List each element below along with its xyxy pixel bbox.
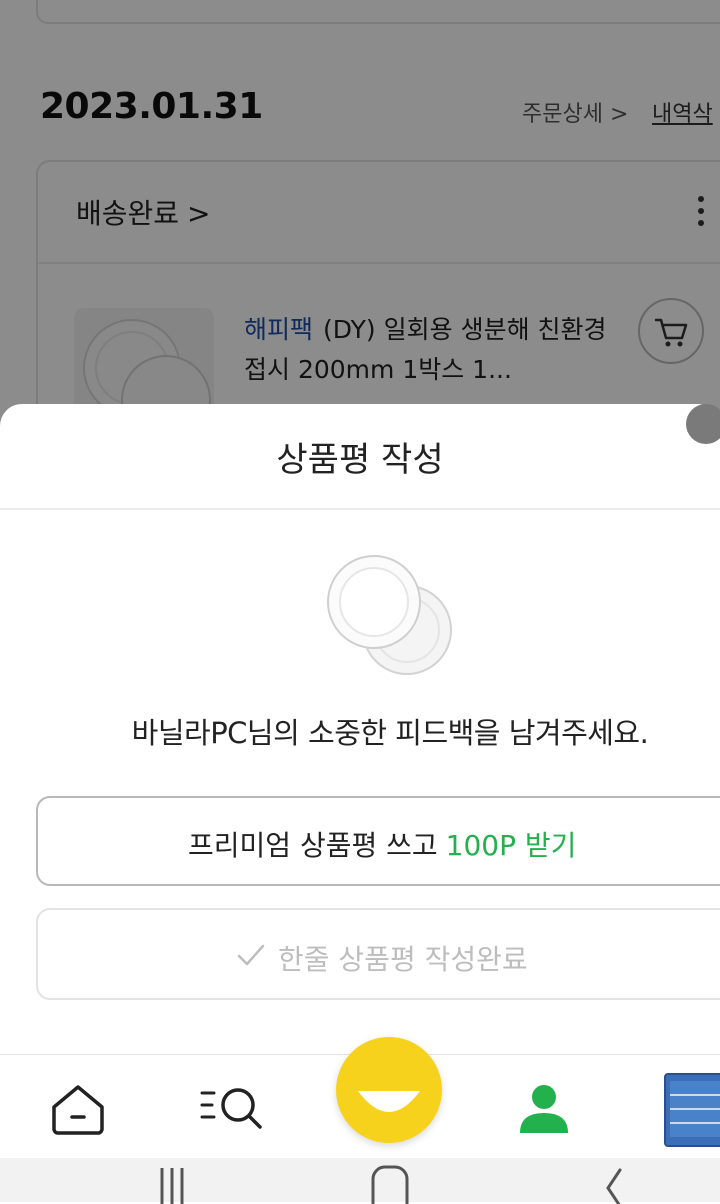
nav-category-search[interactable] xyxy=(198,1081,262,1137)
sheet-divider xyxy=(0,508,720,510)
recents-icon[interactable] xyxy=(152,1164,192,1204)
reward-points: 100P 받기 xyxy=(445,829,577,862)
oneline-review-button[interactable]: 한줄 상품평 작성완료 xyxy=(36,908,720,1000)
premium-review-text: 프리미엄 상품평 쓰고 xyxy=(188,829,438,862)
nav-center-button[interactable] xyxy=(336,1037,442,1143)
product-image xyxy=(327,555,452,675)
recent-product-thumb[interactable] xyxy=(664,1073,720,1147)
premium-review-button[interactable]: 프리미엄 상품평 쓰고 100P 받기 xyxy=(36,796,720,886)
nav-my-page[interactable] xyxy=(514,1081,574,1137)
nav-home[interactable] xyxy=(48,1081,108,1137)
premium-review-label: 프리미엄 상품평 쓰고 100P 받기 xyxy=(188,824,576,864)
back-icon[interactable] xyxy=(596,1164,636,1204)
home-icon xyxy=(52,1085,104,1135)
oneline-review-label: 한줄 상품평 작성완료 xyxy=(278,943,528,976)
sheet-title: 상품평 작성 xyxy=(276,440,444,480)
home-circle-icon[interactable] xyxy=(370,1164,410,1204)
check-icon xyxy=(237,944,265,966)
smile-face-icon xyxy=(358,1091,420,1112)
menu-search-icon xyxy=(200,1088,262,1129)
system-navigation-bar xyxy=(0,1158,720,1204)
person-icon xyxy=(520,1085,568,1133)
bottom-navigation xyxy=(0,1037,720,1159)
review-bottom-sheet: 상품평 작성 바닐라PC님의 소중한 피드백을 남겨주세요. 프리미엄 상품평 … xyxy=(0,404,720,1054)
feedback-message: 바닐라PC님의 소중한 피드백을 남겨주세요. xyxy=(131,716,649,750)
